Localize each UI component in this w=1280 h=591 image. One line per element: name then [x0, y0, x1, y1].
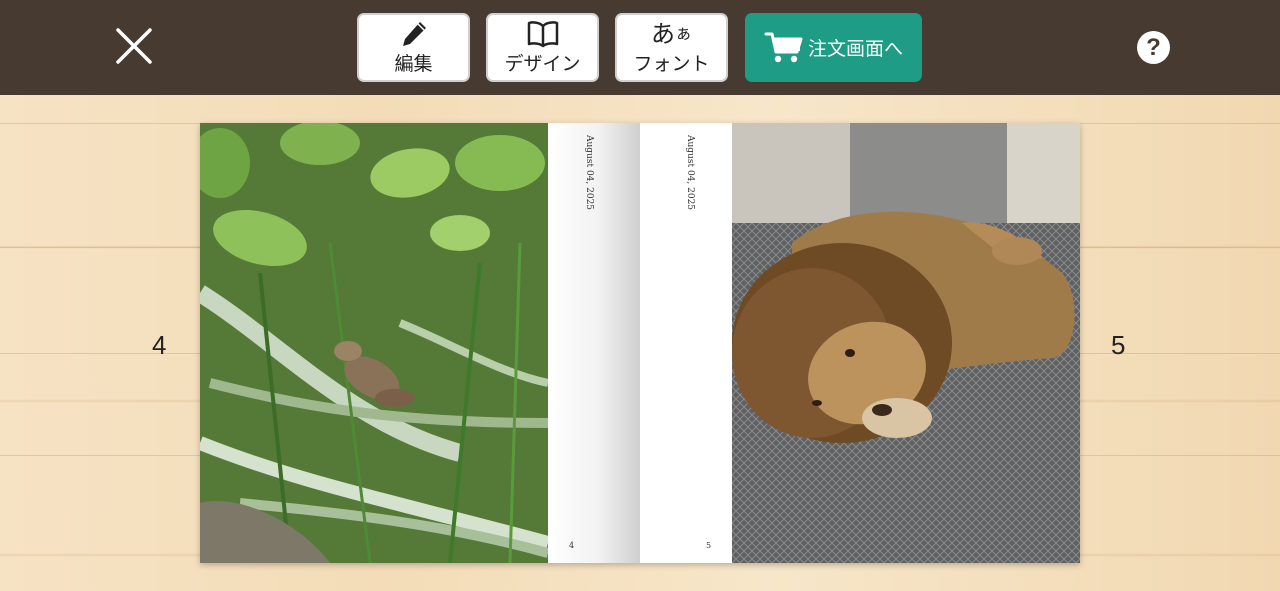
- design-button-label: デザイン: [504, 53, 581, 75]
- right-page-date: August 04, 2025: [685, 135, 695, 211]
- close-button[interactable]: [110, 22, 158, 70]
- cart-icon: [764, 32, 803, 62]
- font-button[interactable]: あぁ フォント: [615, 13, 728, 82]
- left-inner-page[interactable]: August 04, 2025 4: [548, 123, 640, 563]
- font-glyph-large: あ: [651, 20, 675, 48]
- order-button[interactable]: 注文画面へ: [745, 13, 922, 82]
- frog-in-grass-image: [200, 123, 548, 563]
- left-photo[interactable]: [200, 123, 548, 563]
- top-toolbar: 編集 デザイン あぁ フォント 注文画面へ ?: [0, 0, 1280, 95]
- font-button-label: フォント: [633, 53, 710, 75]
- right-photo[interactable]: [732, 123, 1080, 563]
- edit-button-label: 編集: [394, 53, 433, 75]
- left-page-folio: 4: [569, 541, 575, 550]
- question-icon: ?: [1146, 33, 1161, 61]
- font-glyph-small: ぁ: [675, 24, 692, 44]
- order-button-label: 注文画面へ: [807, 38, 903, 60]
- open-book-icon: [526, 15, 560, 49]
- right-inner-page[interactable]: August 04, 2025 5: [640, 123, 732, 563]
- right-page-folio: 5: [706, 541, 712, 550]
- lion-image: [732, 123, 1080, 563]
- font-glyph-icon: あぁ: [651, 15, 692, 49]
- left-page-number: 4: [152, 330, 167, 360]
- close-icon: [116, 28, 152, 64]
- pencil-icon: [399, 15, 429, 49]
- right-page-number: 5: [1111, 330, 1126, 360]
- design-button[interactable]: デザイン: [486, 13, 599, 82]
- left-page-date: August 04, 2025: [584, 135, 594, 211]
- help-button[interactable]: ?: [1137, 31, 1170, 64]
- edit-button[interactable]: 編集: [357, 13, 470, 82]
- book-spread: August 04, 2025 4 August 04, 2025 5: [200, 123, 1080, 563]
